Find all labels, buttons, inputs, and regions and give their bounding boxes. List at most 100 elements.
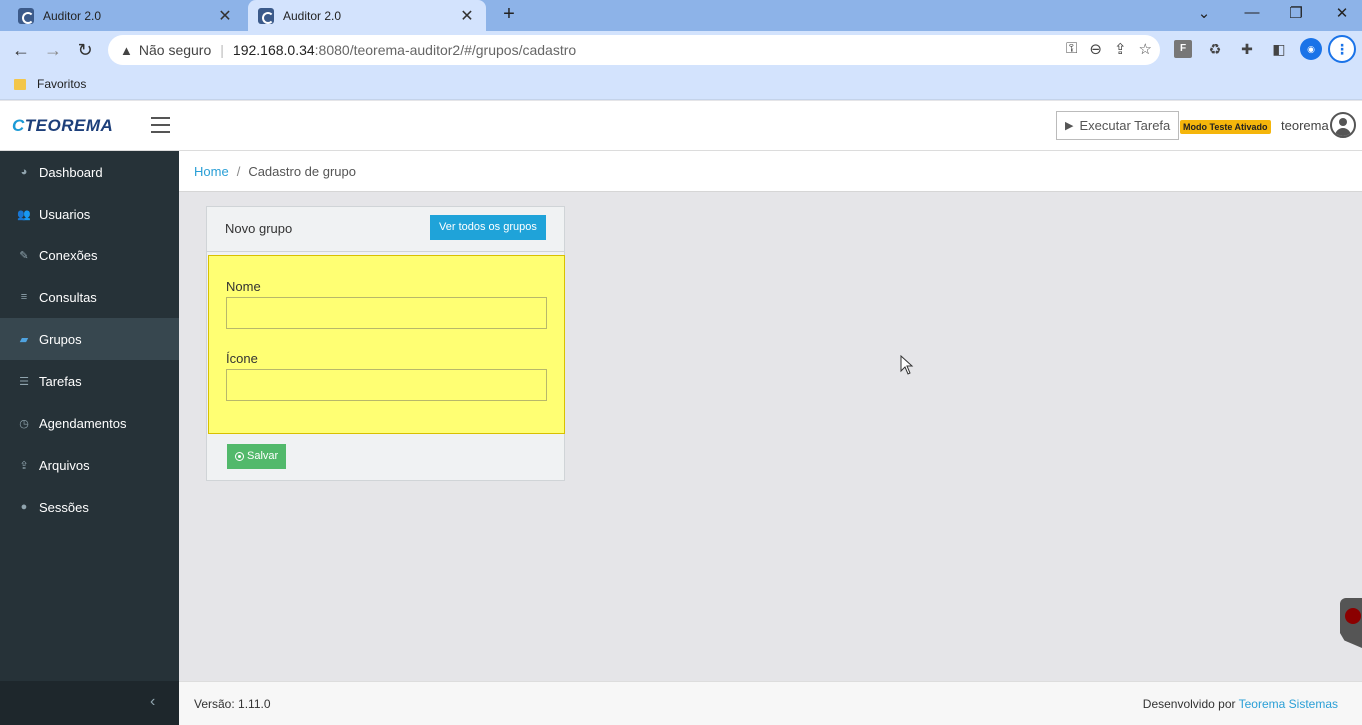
company-link[interactable]: Teorema Sistemas xyxy=(1239,697,1338,711)
execute-task-button[interactable]: ▶ Executar Tarefa xyxy=(1056,111,1180,140)
breadcrumb-current: Cadastro de grupo xyxy=(248,163,356,179)
bookmark-star-icon[interactable]: ☆ xyxy=(1139,40,1152,58)
sidebar-item-arquivos[interactable]: ⇪ Arquivos xyxy=(0,444,179,486)
sidebar-item-dashboard[interactable]: ◕ Dashboard xyxy=(0,151,179,193)
sidebar-item-label: Agendamentos xyxy=(39,415,127,431)
tasks-icon: ☰ xyxy=(19,375,29,388)
tab-search-icon[interactable]: ⌄ xyxy=(1192,4,1216,22)
app-header: CTEOREMA ▶ Executar Tarefa Modo Teste At… xyxy=(0,101,1362,151)
new-tab-button[interactable]: + xyxy=(498,3,520,26)
dashboard-icon: ◕ xyxy=(20,166,28,178)
bookmarks-bar: Favoritos xyxy=(0,69,1362,100)
mouse-cursor-icon xyxy=(900,355,914,375)
warning-icon[interactable]: ▲ xyxy=(120,43,133,58)
teorema-logo[interactable]: CTEOREMA xyxy=(12,116,113,136)
url-host: 192.168.0.34 xyxy=(232,42,315,58)
save-button[interactable]: Salvar xyxy=(227,444,287,469)
url-path: :8080/teorema-auditor2/#/grupos/cadastro xyxy=(314,42,577,58)
name-label: Nome xyxy=(226,279,261,294)
upload-icon: ⇪ xyxy=(19,459,29,472)
breadcrumb: Home / Cadastro de grupo xyxy=(179,151,1362,192)
user-icon: ● xyxy=(20,501,28,513)
sidebar-item-label: Tarefas xyxy=(39,373,82,389)
play-icon: ▶ xyxy=(1065,120,1074,132)
extensions-puzzle-icon[interactable]: ✚ xyxy=(1238,40,1256,58)
view-all-groups-button[interactable]: Ver todos os grupos xyxy=(430,215,546,240)
sidebar-item-label: Arquivos xyxy=(39,457,90,473)
sidebar-item-tarefas[interactable]: ☰ Tarefas xyxy=(0,360,179,402)
developed-by-label: Desenvolvido por xyxy=(1142,696,1236,711)
app-footer: Versão: 1.11.0 Desenvolvido por Teorema … xyxy=(179,681,1362,725)
username[interactable]: teorema xyxy=(1281,118,1329,133)
side-panel-icon[interactable]: ◧ xyxy=(1270,40,1288,58)
developed-by: Desenvolvido por Teorema Sistemas xyxy=(1143,697,1338,711)
profile-avatar-icon[interactable]: ◉ xyxy=(1300,38,1322,60)
close-tab-icon[interactable]: ✕ xyxy=(216,6,234,26)
icon-label: Ícone xyxy=(226,351,258,366)
app-favicon-icon xyxy=(258,7,274,24)
user-avatar-icon[interactable] xyxy=(1330,112,1356,138)
extension-recycle-icon[interactable]: ♻ xyxy=(1206,40,1224,58)
sidebar-item-label: Consultas xyxy=(39,289,97,305)
browser-tab-bar: Auditor 2.0 ✕ Auditor 2.0 ✕ + ⌄ — ❐ ✕ xyxy=(0,0,1362,31)
sidebar-item-label: Usuarios xyxy=(39,206,91,222)
breadcrumb-home-link[interactable]: Home xyxy=(194,164,229,179)
database-icon: ≡ xyxy=(20,291,28,303)
execute-task-label: Executar Tarefa xyxy=(1079,118,1171,133)
test-mode-badge: Modo Teste Ativado xyxy=(1180,120,1271,134)
check-circle-icon xyxy=(235,452,244,461)
floating-widget[interactable] xyxy=(1340,598,1362,648)
zoom-icon[interactable]: ⊖ xyxy=(1089,40,1102,58)
browser-tab-1[interactable]: Auditor 2.0 ✕ xyxy=(8,0,244,31)
collapse-sidebar-icon[interactable]: ‹ xyxy=(150,693,155,711)
version-text: Versão: 1.11.0 xyxy=(194,696,271,711)
extension-f-icon[interactable]: F xyxy=(1174,40,1192,58)
address-bar[interactable]: ▲ Não seguro | 192.168.0.34:8080/teorema… xyxy=(108,35,1160,65)
plug-icon: ✎ xyxy=(19,249,29,262)
icon-input[interactable] xyxy=(226,369,547,401)
record-dot-icon xyxy=(1345,608,1361,624)
browser-tab-2[interactable]: Auditor 2.0 ✕ xyxy=(248,0,486,31)
card-header: Novo grupo Ver todos os grupos xyxy=(207,207,564,252)
sidebar-item-label: Grupos xyxy=(39,331,82,347)
close-tab-icon[interactable]: ✕ xyxy=(458,6,476,26)
reload-icon[interactable]: ↻ xyxy=(74,39,96,61)
hamburger-menu-icon[interactable] xyxy=(151,117,170,133)
tab-title: Auditor 2.0 xyxy=(283,8,342,23)
folder-icon xyxy=(14,78,26,90)
users-icon: 👥 xyxy=(17,208,31,221)
sidebar-item-agendamentos[interactable]: ◷ Agendamentos xyxy=(0,402,179,444)
save-button-label: Salvar xyxy=(247,450,279,462)
close-window-icon[interactable]: ✕ xyxy=(1330,4,1354,22)
security-label[interactable]: Não seguro xyxy=(139,42,211,58)
forward-icon[interactable]: → xyxy=(42,39,64,61)
app-favicon-icon xyxy=(18,7,34,24)
group-form: Nome Ícone xyxy=(208,255,565,434)
tab-title: Auditor 2.0 xyxy=(43,8,102,23)
clock-icon: ◷ xyxy=(19,417,29,430)
address-bar-actions: ⚿ ⊖ ⇪ ☆ xyxy=(1066,40,1152,58)
browser-menu-icon[interactable]: ⋮ xyxy=(1328,35,1356,63)
bookmark-favoritos[interactable]: Favoritos xyxy=(37,77,86,91)
back-icon[interactable]: ← xyxy=(10,39,32,61)
sidebar-footer: ‹ xyxy=(0,681,179,725)
sidebar-item-consultas[interactable]: ≡ Consultas xyxy=(0,276,179,318)
breadcrumb-separator: / xyxy=(236,163,241,179)
restore-window-icon[interactable]: ❐ xyxy=(1284,4,1308,22)
folder-open-icon: ▰ xyxy=(19,333,29,346)
name-input[interactable] xyxy=(226,297,547,329)
sidebar-item-label: Sessões xyxy=(39,499,89,515)
card-title: Novo grupo xyxy=(225,221,293,236)
sidebar-item-grupos[interactable]: ▰ Grupos xyxy=(0,318,179,360)
share-icon[interactable]: ⇪ xyxy=(1114,40,1127,58)
sidebar-item-conexoes[interactable]: ✎ Conexões xyxy=(0,234,179,276)
sidebar-item-usuarios[interactable]: 👥 Usuarios xyxy=(0,193,179,235)
sidebar-item-label: Conexões xyxy=(39,247,98,263)
minimize-window-icon[interactable]: — xyxy=(1240,4,1264,21)
new-group-card: Novo grupo Ver todos os grupos Nome Ícon… xyxy=(206,206,565,481)
address-separator: | xyxy=(220,42,224,58)
browser-toolbar: ← → ↻ ▲ Não seguro | 192.168.0.34:8080/t… xyxy=(0,31,1362,69)
key-icon[interactable]: ⚿ xyxy=(1066,40,1077,58)
sidebar-item-label: Dashboard xyxy=(39,164,103,180)
sidebar-item-sessoes[interactable]: ● Sessões xyxy=(0,486,179,528)
